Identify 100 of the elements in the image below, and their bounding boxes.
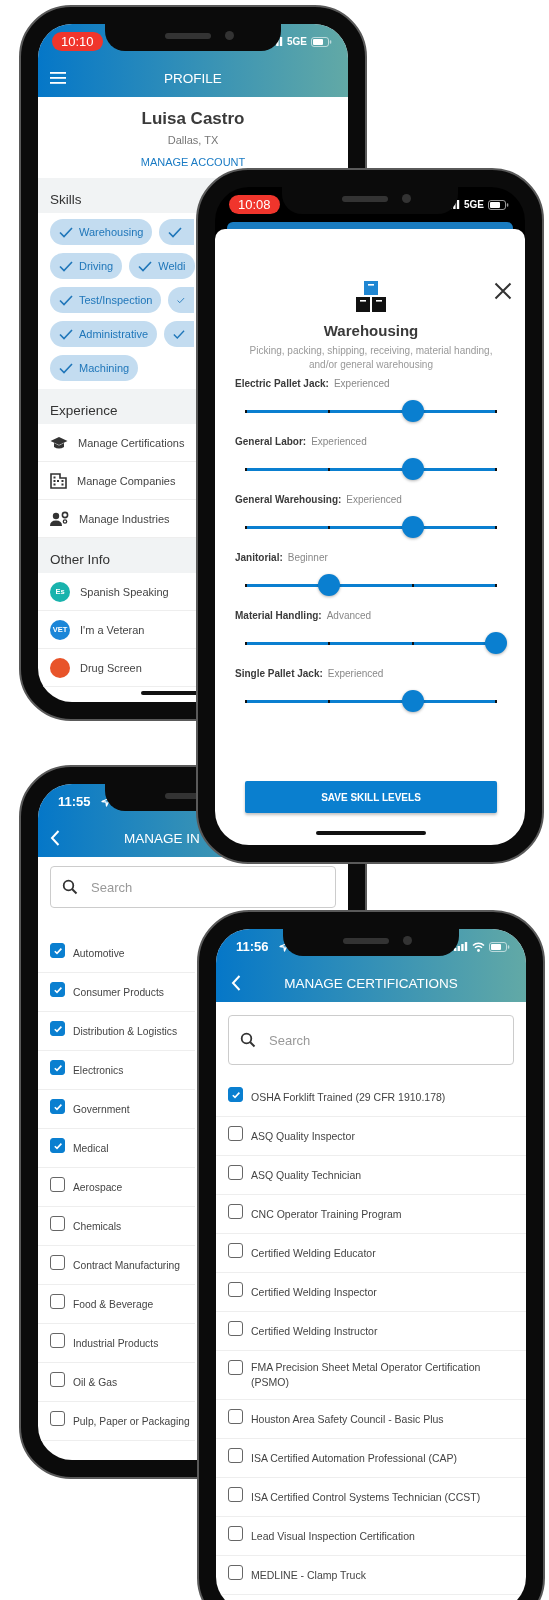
back-icon[interactable] (231, 975, 241, 991)
checkbox-row[interactable]: ISA Certified Control Systems Technician (CCST) (216, 1478, 526, 1517)
skill-name: Material Handling: (235, 610, 322, 621)
checkbox[interactable] (228, 1487, 243, 1502)
battery-icon (311, 36, 332, 47)
skill-chip[interactable]: Machining (50, 355, 139, 381)
checkbox-row[interactable]: Distribution & Logistics (38, 1012, 195, 1051)
skill-name: General Labor: (235, 436, 307, 447)
save-button[interactable]: SAVE SKILL LEVELS (245, 781, 497, 813)
modal-description: Picking, packing, shipping, receiving, material handing, and/or general warehousing (248, 344, 494, 372)
checkbox-row[interactable]: Certified Welding Educator (216, 1234, 526, 1273)
checkbox[interactable] (50, 1216, 65, 1231)
skill-chip[interactable] (164, 321, 194, 347)
building-icon (50, 472, 67, 489)
battery-icon (488, 199, 509, 210)
check-icon (52, 1101, 63, 1112)
checkbox[interactable] (50, 1099, 65, 1114)
checkbox[interactable] (50, 1372, 65, 1387)
checkbox-row[interactable]: ASQ Quality Technician (216, 1156, 526, 1195)
skill-chip[interactable]: Weldi (129, 253, 195, 279)
skill-name: Janitorial: (235, 552, 283, 563)
skill-level-label: Beginner (287, 552, 328, 563)
checkbox-row[interactable]: FMA Precision Sheet Metal Operator Certification (PSMO) (216, 1351, 526, 1400)
checkbox-row[interactable]: Food & Beverage (38, 1285, 195, 1324)
checkbox-row[interactable]: MEDLINE - Clamp Truck (216, 1556, 526, 1595)
checkbox[interactable] (228, 1282, 243, 1297)
checkbox[interactable] (228, 1087, 243, 1102)
checkbox-row[interactable]: Electronics (38, 1051, 195, 1090)
checkbox[interactable] (50, 1021, 65, 1036)
slider-thumb[interactable] (401, 399, 424, 422)
network-label: 5GE (287, 36, 307, 47)
checkbox[interactable] (228, 1165, 243, 1180)
checkbox-row[interactable]: Automotive (38, 934, 195, 973)
menu-icon[interactable] (50, 72, 66, 84)
modal-title: Warehousing (322, 322, 420, 339)
checkbox-row[interactable]: Pulp, Paper or Packaging (38, 1402, 195, 1441)
boxes-icon (355, 281, 387, 313)
check-icon (52, 1140, 63, 1151)
checkbox-row[interactable]: Chemicals (38, 1207, 195, 1246)
checkbox-row[interactable]: CNC Operator Training Program (216, 1195, 526, 1234)
screen-title: PROFILE (164, 70, 222, 86)
check-icon (138, 260, 153, 272)
checkbox[interactable] (228, 1321, 243, 1336)
checkbox-row[interactable]: OSHA Forklift Trained (29 CFR 1910.178) (216, 1078, 526, 1117)
search-icon (240, 1032, 256, 1048)
back-icon[interactable] (50, 830, 60, 846)
checkbox[interactable] (50, 943, 65, 958)
checkbox-row[interactable]: Oil & Gas (38, 1363, 195, 1402)
skill-level-label: Experienced (346, 494, 402, 505)
skill-level-label: Experienced (333, 378, 390, 389)
checkbox[interactable] (228, 1448, 243, 1463)
checkbox[interactable] (50, 1177, 65, 1192)
skill-chip[interactable]: Warehousing (50, 219, 153, 245)
search-field[interactable]: Search (50, 866, 336, 908)
checkbox[interactable] (228, 1243, 243, 1258)
checkbox-row[interactable]: Consumer Products (38, 973, 195, 1012)
slider-thumb[interactable] (485, 631, 507, 654)
slider-thumb[interactable] (401, 689, 424, 712)
checkbox[interactable] (50, 1255, 65, 1270)
close-icon[interactable] (494, 282, 512, 300)
checkbox[interactable] (50, 1411, 65, 1426)
checkbox[interactable] (228, 1409, 243, 1424)
screen-title: MANAGE CERTIFICATIONS (284, 975, 458, 991)
check-icon (52, 945, 63, 956)
checkbox[interactable] (50, 1333, 65, 1348)
checkbox-row[interactable]: Lead Visual Inspection Certification (216, 1517, 526, 1556)
checkbox-row[interactable]: Houston Area Safety Council - Basic Plus (216, 1400, 526, 1439)
checkbox-row[interactable]: Government (38, 1090, 195, 1129)
check-icon (59, 328, 73, 340)
checkbox[interactable] (50, 1060, 65, 1075)
checkbox-row[interactable]: Medical (38, 1129, 195, 1168)
checkbox-row[interactable]: Certified Welding Instructor (216, 1312, 526, 1351)
checkbox[interactable] (228, 1565, 243, 1580)
slider-thumb[interactable] (318, 573, 341, 596)
slider-thumb[interactable] (401, 515, 424, 538)
checkbox-row[interactable]: ISA Certified Automation Professional (CAP) (216, 1439, 526, 1478)
search-field[interactable]: Search (228, 1015, 514, 1065)
checkbox[interactable] (228, 1126, 243, 1141)
checkbox-row[interactable]: Industrial Products (38, 1324, 195, 1363)
checkbox[interactable] (50, 1294, 65, 1309)
status-time: 10:10 (52, 32, 103, 51)
checkbox-row[interactable]: ASQ Quality Inspector (216, 1117, 526, 1156)
checkbox[interactable] (228, 1204, 243, 1219)
checkbox[interactable] (50, 982, 65, 997)
checkbox[interactable] (50, 1138, 65, 1153)
checkbox[interactable] (228, 1360, 243, 1375)
checkbox-row[interactable]: Aerospace (38, 1168, 195, 1207)
checkbox-row[interactable]: Contract Manufacturing (38, 1246, 195, 1285)
checkbox-row[interactable]: Certified Welding Inspector (216, 1273, 526, 1312)
manage-account-link[interactable]: MANAGE ACCOUNT (140, 156, 246, 168)
slider-thumb[interactable] (401, 457, 424, 480)
graduation-cap-icon (50, 435, 68, 450)
skill-chip[interactable]: Test/Inspection (50, 287, 162, 313)
skill-chip[interactable]: Driving (50, 253, 123, 279)
skill-chip[interactable]: Administrative (50, 321, 158, 347)
status-time: 11:56 (235, 938, 270, 956)
profile-name: Luisa Castro (141, 109, 245, 129)
skill-chip[interactable] (159, 219, 194, 245)
check-icon (59, 362, 73, 374)
checkbox[interactable] (228, 1526, 243, 1541)
